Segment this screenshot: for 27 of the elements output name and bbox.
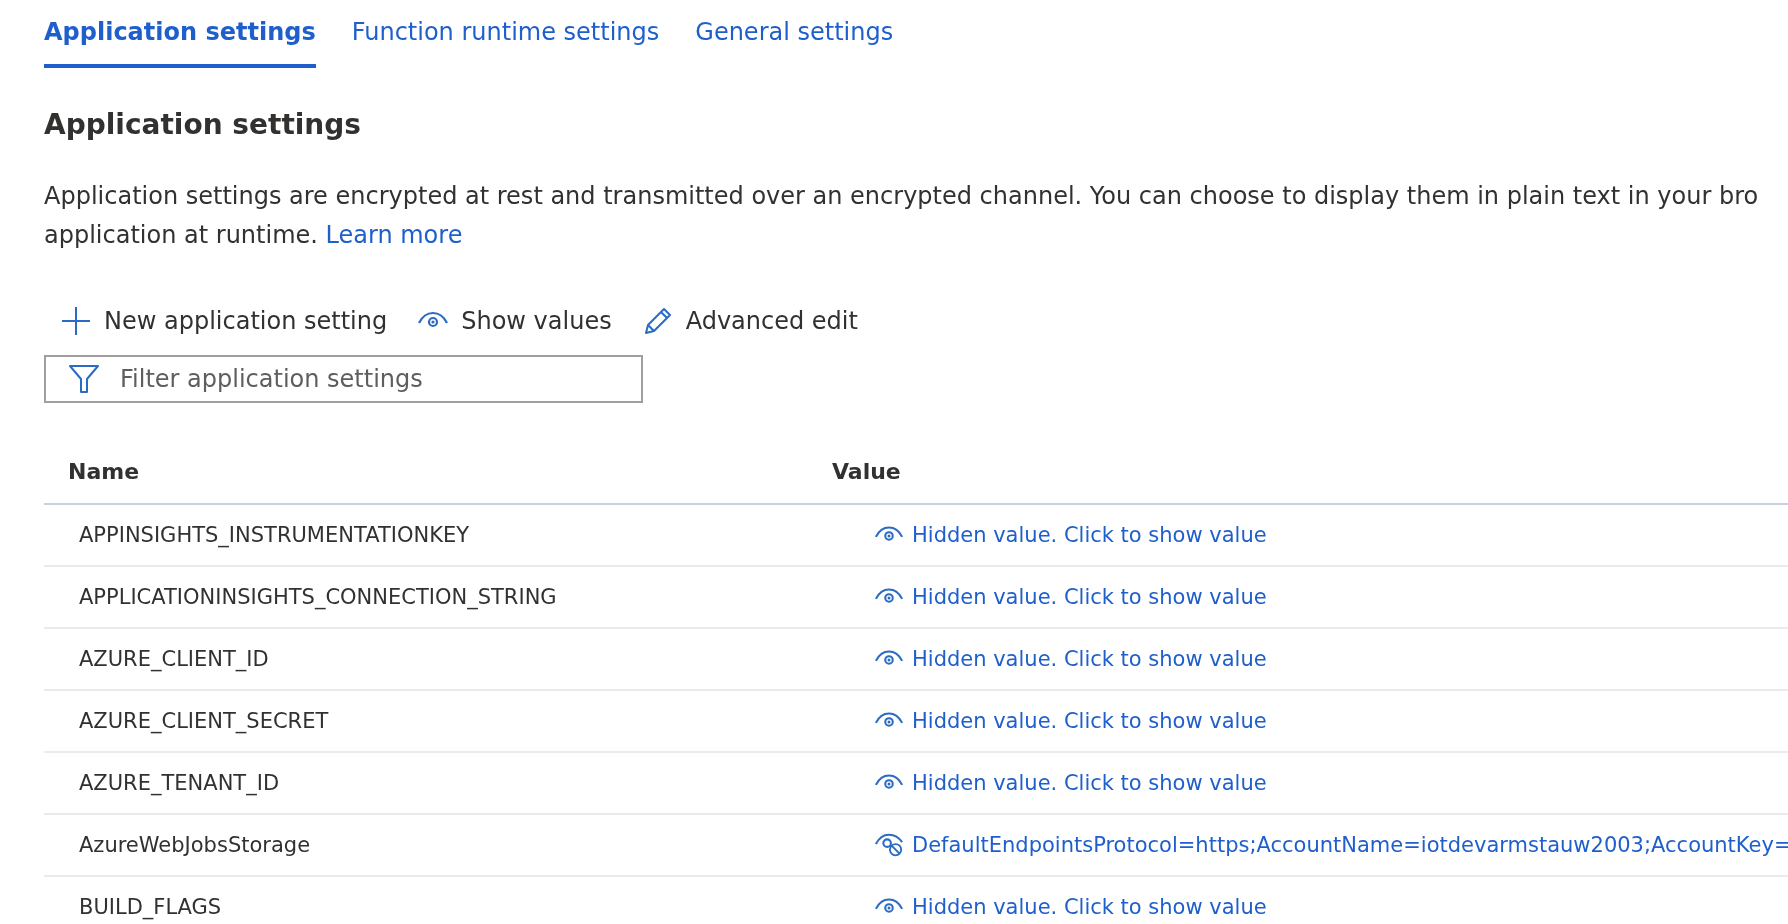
setting-value-link[interactable]: Hidden value. Click to show value	[912, 895, 1267, 919]
column-header: Value	[832, 458, 901, 484]
show-values-button[interactable]: Show values	[415, 301, 614, 341]
setting-value-link[interactable]: Hidden value. Click to show value	[912, 647, 1267, 671]
setting-value-link[interactable]: Hidden value. Click to show value	[912, 771, 1267, 795]
column-header: Name	[67, 458, 141, 484]
setting-name: AzureWebJobsStorage	[78, 833, 312, 857]
setting-name: AZURE_CLIENT_SECRET	[78, 709, 330, 733]
setting-value-link[interactable]: Hidden value. Click to show value	[912, 709, 1267, 733]
setting-value-link[interactable]: Hidden value. Click to show value	[912, 585, 1267, 609]
setting-value-link[interactable]: Hidden value. Click to show value	[912, 523, 1267, 547]
setting-name: BUILD_FLAGS	[78, 895, 223, 919]
advanced-edit-button[interactable]: Advanced edit	[639, 301, 860, 341]
setting-name: APPLICATIONINSIGHTS_CONNECTION_STRING	[78, 585, 558, 609]
tab[interactable]: General settings	[695, 0, 894, 68]
tab[interactable]: Application settings	[44, 0, 316, 68]
setting-name: AZURE_CLIENT_ID	[78, 647, 270, 671]
filter-field[interactable]: Filter application settings	[44, 355, 643, 403]
learn-more-link[interactable]: Learn more	[325, 221, 463, 249]
filter-icon	[68, 364, 100, 394]
plus-icon	[60, 305, 92, 337]
tab[interactable]: Function runtime settings	[351, 0, 660, 68]
setting-name: AZURE_TENANT_ID	[78, 771, 281, 795]
new-setting-button[interactable]: New application setting	[58, 301, 390, 341]
description-text: Application settings are encrypted at rest and transmitted over an encrypted channel. You can choose to display them in plain text in your bro application at runtime. Learn more	[44, 181, 1760, 251]
section-title: Application settings	[44, 108, 362, 141]
setting-name: APPINSIGHTS_INSTRUMENTATIONKEY	[78, 523, 471, 547]
